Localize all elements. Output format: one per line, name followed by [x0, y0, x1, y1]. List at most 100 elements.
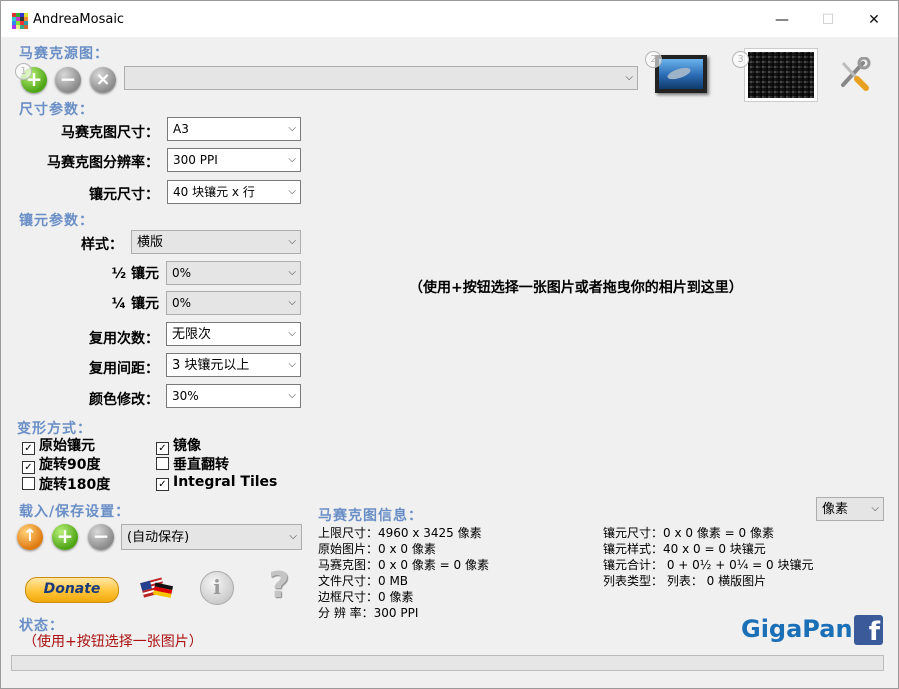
style-select[interactable]: 横版 ⌵: [131, 230, 301, 254]
info-button[interactable]: i: [200, 571, 234, 605]
clear-icon: ×: [95, 69, 111, 90]
step-3-badge: 3: [732, 51, 749, 68]
reuse-count-value: 无限次: [172, 327, 212, 342]
tile-images-button[interactable]: [655, 49, 713, 95]
checkbox-label: 原始镶元: [39, 438, 95, 454]
resolution-label: 马赛克图分辨率：: [47, 155, 159, 171]
checkbox-box: ✓: [22, 461, 35, 474]
info-line: 镶元尺寸：0 x 0 像素 = 0 像素: [603, 526, 774, 540]
chevron-down-icon: ⌵: [288, 236, 296, 247]
chevron-down-icon: ⌵: [288, 186, 296, 197]
tile-size-value: 40 块镶元 x 行: [173, 185, 255, 199]
language-button[interactable]: [140, 574, 174, 602]
checkbox-rotate-90[interactable]: ✓ 旋转90度: [22, 454, 100, 474]
chevron-down-icon: ⌵: [625, 72, 633, 83]
mosaic-info-title: 马赛克图信息：: [318, 508, 423, 524]
save-settings-button[interactable]: +: [52, 524, 78, 550]
chevron-down-icon: ⌵: [288, 328, 296, 339]
chevron-down-icon: ⌵: [288, 154, 296, 165]
info-left-column: 上限尺寸：4960 x 3425 像素 原始图片：0 x 0 像素 马赛克图：0…: [318, 525, 489, 621]
checkbox-label: 旋转90度: [39, 457, 101, 473]
mosaic-size-label: 马赛克图尺寸：: [61, 125, 159, 141]
checkbox-label: 镜像: [173, 438, 201, 454]
checkbox-label: Integral Tiles: [173, 474, 278, 490]
color-change-select[interactable]: 30% ⌵: [166, 384, 301, 408]
chevron-down-icon: ⌵: [288, 390, 296, 401]
checkbox-integral-tiles[interactable]: ✓ Integral Tiles: [156, 474, 277, 491]
app-window: AndreaMosaic — ☐ ✕ 马赛克源图： + 1 − × ⌵ 2 3: [0, 0, 899, 689]
donate-button[interactable]: Donate: [25, 577, 119, 603]
mosaic-size-select[interactable]: A3 ⌵: [167, 117, 301, 141]
load-save-section-title: 载入/保存设置：: [19, 504, 131, 520]
info-line: 文件尺寸：0 MB: [318, 574, 409, 588]
app-icon: [12, 13, 28, 29]
settings-tools-button[interactable]: [837, 56, 871, 91]
info-line: 马赛克图：0 x 0 像素 = 0 像素: [318, 558, 489, 572]
mosaic-preview-icon: [748, 52, 814, 98]
source-path-select[interactable]: ⌵: [124, 66, 638, 90]
reuse-distance-label: 复用间距：: [89, 361, 159, 377]
status-text: （使用+按钮选择一张图片）: [23, 634, 203, 650]
reuse-distance-select[interactable]: 3 块镶元以上 ⌵: [166, 353, 301, 377]
reuse-count-label: 复用次数：: [89, 331, 159, 347]
reuse-distance-value: 3 块镶元以上: [172, 358, 250, 373]
remove-source-button[interactable]: −: [55, 67, 81, 93]
quarter-tile-select[interactable]: 0% ⌵: [166, 291, 301, 315]
close-button[interactable]: ✕: [851, 7, 897, 33]
clear-source-button[interactable]: ×: [90, 67, 116, 93]
tile-size-label: 镶元尺寸：: [89, 187, 159, 203]
tile-section-title: 镶元参数：: [19, 213, 94, 229]
color-change-label: 颜色修改：: [89, 392, 159, 408]
settings-preset-select[interactable]: (自动保存) ⌵: [121, 524, 302, 550]
quarter-tile-value: 0%: [172, 296, 192, 310]
create-mosaic-button[interactable]: [744, 48, 818, 102]
info-line: 原始图片：0 x 0 像素: [318, 542, 436, 556]
flag-icon: [140, 577, 174, 598]
half-tile-value: 0%: [172, 266, 192, 280]
help-button[interactable]: ?: [262, 566, 296, 606]
progress-bar: [11, 655, 884, 671]
checkbox-original[interactable]: ✓ 原始镶元: [22, 435, 95, 455]
info-line: 分 辨 率：300 PPI: [318, 606, 419, 620]
mosaic-size-value: A3: [173, 122, 189, 136]
half-tile-select[interactable]: 0% ⌵: [166, 261, 301, 285]
reuse-count-select[interactable]: 无限次 ⌵: [166, 322, 301, 346]
tools-icon: [841, 56, 871, 91]
checkbox-label: 垂直翻转: [173, 457, 229, 473]
info-line: 列表类型： 列表： 0 横版图片: [603, 574, 767, 588]
facebook-icon[interactable]: f: [854, 615, 883, 645]
window-title: AndreaMosaic: [33, 12, 125, 27]
style-label: 样式：: [81, 237, 123, 253]
load-settings-button[interactable]: ↑: [17, 524, 43, 550]
color-change-value: 30%: [172, 389, 199, 403]
chevron-down-icon: ⌵: [288, 297, 296, 308]
step-1-badge: 1: [15, 63, 32, 80]
checkbox-label: 旋转180度: [39, 477, 111, 493]
delete-settings-button[interactable]: −: [88, 524, 114, 550]
gigapan-logo[interactable]: GigaPan: [741, 615, 853, 643]
checkbox-mirror[interactable]: ✓ 镜像: [156, 435, 201, 455]
chevron-down-icon: ⌵: [871, 503, 879, 514]
chevron-down-icon: ⌵: [289, 531, 297, 542]
unit-value: 像素: [822, 502, 849, 517]
chevron-down-icon: ⌵: [288, 123, 296, 134]
maximize-button[interactable]: ☐: [805, 7, 851, 33]
half-tile-label: ½ 镶元: [111, 266, 159, 282]
checkbox-rotate-180[interactable]: 旋转180度: [22, 474, 110, 494]
unit-select[interactable]: 像素 ⌵: [816, 497, 884, 521]
tile-size-select[interactable]: 40 块镶元 x 行 ⌵: [167, 180, 301, 204]
info-line: 边框尺寸：0 像素: [318, 590, 414, 604]
title-bar: AndreaMosaic — ☐ ✕: [1, 1, 898, 37]
chevron-down-icon: ⌵: [288, 267, 296, 278]
quarter-tile-label: ¼ 镶元: [111, 296, 159, 312]
minimize-button[interactable]: —: [759, 7, 805, 33]
minus-icon: −: [92, 524, 110, 548]
style-value: 横版: [137, 235, 164, 250]
info-line: 镶元样式：40 x 0 = 0 块镶元: [603, 542, 766, 556]
info-right-column: 镶元尺寸：0 x 0 像素 = 0 像素 镶元样式：40 x 0 = 0 块镶元…: [603, 525, 813, 589]
checkbox-vertical-flip[interactable]: 垂直翻转: [156, 454, 229, 474]
info-line: 镶元合计： 0 + 0½ + 0¼ = 0 块镶元: [603, 558, 814, 572]
resolution-select[interactable]: 300 PPI ⌵: [167, 148, 301, 172]
drop-area-hint: （使用+按钮选择一张图片或者拖曳你的相片到这里）: [409, 280, 743, 296]
plus-icon: +: [56, 524, 74, 548]
